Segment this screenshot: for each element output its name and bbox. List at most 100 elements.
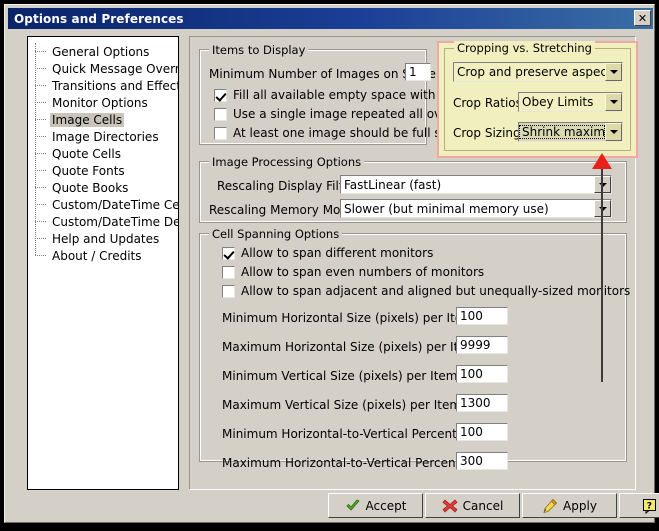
cropping-vs-stretching-group: Cropping vs. Stretching Crop and preserv… — [444, 41, 631, 151]
sidebar-item-image-directories[interactable]: Image Directories — [28, 128, 178, 145]
svg-text:?: ? — [647, 501, 652, 511]
sidebar-item-label: Image Directories — [52, 129, 159, 144]
max-horizontal-to-vertical-percent-label: Maximum Horizontal-to-Vertical Percent: — [222, 456, 465, 470]
crop-sizing-label: Crop Sizing: — [453, 126, 525, 140]
min-horizontal-size-input[interactable]: 100 — [456, 307, 508, 325]
sidebar-item-label: Quote Fonts — [52, 163, 125, 178]
sidebar-item-label: Custom/DateTime Cells — [52, 197, 179, 212]
sidebar-item-label: Quote Cells — [52, 146, 121, 161]
cell-spanning-caption: Cell Spanning Options — [209, 227, 343, 241]
checkbox-single-image-repeated[interactable]: Use a single image repeated all over — [214, 107, 453, 121]
cropping-highlight-frame: Cropping vs. Stretching Crop and preserv… — [437, 41, 638, 158]
rescaling-memory-mode-combo[interactable]: Slower (but minimal memory use) — [340, 199, 612, 218]
crop-mode-combo[interactable]: Crop and preserve aspect — [453, 62, 623, 82]
min-horizontal-to-vertical-percent-input[interactable]: 100 — [456, 423, 508, 441]
chevron-down-icon[interactable] — [605, 63, 622, 81]
crop-sizing-combo[interactable]: Shrink maximally — [518, 122, 623, 142]
min-horizontal-size-label: Minimum Horizontal Size (pixels) per Ite… — [222, 311, 478, 325]
image-processing-caption: Image Processing Options — [209, 155, 365, 169]
page-title: Options and Preferences — [14, 11, 184, 26]
checkbox-box — [214, 107, 227, 121]
accept-button-label: Accept — [365, 498, 407, 513]
tree-branch-icon — [35, 170, 46, 171]
min-vertical-size-label: Minimum Vertical Size (pixels) per Item: — [222, 369, 462, 383]
max-horizontal-to-vertical-percent-input[interactable]: 300 — [456, 452, 508, 470]
checkbox-span-adjacent-unequal[interactable]: Allow to span adjacent and aligned but u… — [222, 284, 630, 298]
sidebar-item-custom-datetime-details[interactable]: Custom/DateTime Details — [28, 213, 178, 230]
sidebar-item-transitions-and-effects[interactable]: Transitions and Effects — [28, 77, 178, 94]
tree-branch-icon — [35, 51, 46, 52]
sidebar-item-label: Quick Message Override — [52, 61, 178, 76]
tree-branch-icon — [35, 238, 46, 239]
combo-value: Shrink maximally — [519, 125, 605, 139]
check-icon — [345, 498, 361, 514]
checkbox-box — [222, 284, 235, 298]
min-vertical-size-input[interactable]: 100 — [456, 365, 508, 383]
dialog-button-bar: Accept Cancel Apply ? — [8, 493, 659, 521]
sidebar-item-quick-message-override[interactable]: Quick Message Override — [28, 60, 178, 77]
apply-button-label: Apply — [563, 498, 597, 513]
sidebar-item-quote-fonts[interactable]: Quote Fonts — [28, 162, 178, 179]
sidebar-item-help-and-updates[interactable]: Help and Updates — [28, 230, 178, 247]
min-images-input[interactable]: 1 — [405, 63, 431, 81]
annotation-arrow-shaft — [601, 165, 603, 382]
apply-button[interactable]: Apply — [522, 493, 617, 518]
checkbox-box — [222, 246, 235, 260]
max-vertical-size-label: Maximum Vertical Size (pixels) per Item: — [222, 398, 466, 412]
sidebar-item-quote-books[interactable]: Quote Books — [28, 179, 178, 196]
tree-branch-icon — [35, 119, 46, 120]
min-horizontal-to-vertical-percent-label: Minimum Horizontal-to-Vertical Percent: — [222, 427, 461, 441]
cancel-button[interactable]: Cancel — [425, 493, 520, 518]
max-vertical-size-input[interactable]: 1300 — [456, 394, 508, 412]
checkbox-label: Allow to span even numbers of monitors — [241, 265, 485, 279]
checkbox-box — [222, 265, 235, 279]
tree-branch-icon — [35, 221, 46, 222]
rescaling-display-filter-combo[interactable]: FastLinear (fast) — [340, 175, 612, 194]
rescaling-display-filter-label: Rescaling Display Filter — [217, 179, 356, 193]
close-icon[interactable]: ✕ — [634, 10, 651, 26]
settings-tree[interactable]: General Options Quick Message Override Tra… — [27, 36, 179, 490]
sidebar-item-label: Help and Updates — [52, 231, 160, 246]
checkbox-span-even-numbers[interactable]: Allow to span even numbers of monitors — [222, 265, 484, 279]
tree-branch-icon — [35, 136, 46, 137]
question-help-icon: ? — [642, 498, 658, 514]
sidebar-item-label: Image Cells — [50, 112, 125, 127]
sidebar-item-about-credits[interactable]: About / Credits — [28, 247, 178, 264]
close-x-icon — [442, 498, 458, 514]
tree-branch-icon — [35, 187, 46, 188]
combo-value: Crop and preserve aspect — [457, 65, 605, 79]
sidebar-item-custom-datetime-cells[interactable]: Custom/DateTime Cells — [28, 196, 178, 213]
sidebar-item-label: Quote Books — [52, 180, 129, 195]
cropping-caption: Cropping vs. Stretching — [454, 41, 595, 55]
tree-branch-icon — [35, 255, 46, 256]
chevron-down-icon[interactable] — [605, 123, 622, 141]
sidebar-item-image-cells[interactable]: Image Cells — [28, 111, 178, 128]
sidebar-item-label: Monitor Options — [52, 95, 148, 110]
checkbox-box — [214, 88, 227, 102]
items-to-display-group: Items to Display Minimum Number of Image… — [199, 43, 483, 145]
cancel-button-label: Cancel — [462, 498, 504, 513]
max-horizontal-size-input[interactable]: 9999 — [456, 336, 508, 354]
checkbox-one-full-screen[interactable]: At least one image should be full screen — [214, 126, 474, 140]
sidebar-item-monitor-options[interactable]: Monitor Options — [28, 94, 178, 111]
image-processing-options-group: Image Processing Options Rescaling Displ… — [199, 155, 627, 223]
checkbox-label: Allow to span adjacent and aligned but u… — [241, 284, 631, 298]
tree-branch-icon — [35, 102, 46, 103]
accept-button[interactable]: Accept — [328, 493, 423, 518]
crop-ratios-combo[interactable]: Obey Limits — [518, 92, 623, 112]
items-to-display-caption: Items to Display — [209, 43, 309, 57]
max-horizontal-size-label: Maximum Horizontal Size (pixels) per Ite… — [222, 340, 482, 354]
help-button[interactable]: ? Help — [619, 493, 659, 518]
sidebar-item-quote-cells[interactable]: Quote Cells — [28, 145, 178, 162]
sidebar-item-general-options[interactable]: General Options — [28, 43, 178, 60]
checkbox-label: Use a single image repeated all over — [233, 107, 454, 121]
checkbox-span-different-monitors[interactable]: Allow to span different monitors — [222, 246, 433, 260]
pencil-icon — [542, 498, 558, 514]
combo-value: Obey Limits — [522, 95, 594, 109]
combo-value: FastLinear (fast) — [344, 177, 442, 192]
chevron-down-icon[interactable] — [605, 93, 622, 111]
combo-value: Slower (but minimal memory use) — [344, 201, 549, 216]
options-and-preferences-dialog: Options and Preferences ✕ General Option… — [4, 4, 659, 523]
sidebar-item-label: About / Credits — [52, 248, 142, 263]
cell-spanning-options-group: Cell Spanning Options Allow to span diff… — [199, 227, 630, 470]
